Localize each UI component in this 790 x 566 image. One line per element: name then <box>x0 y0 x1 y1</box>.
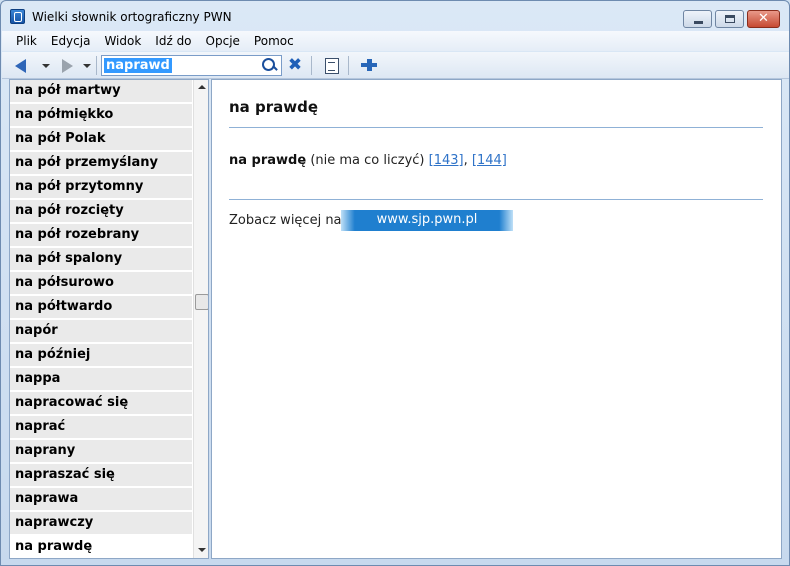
forward-history-dropdown-icon[interactable] <box>82 56 92 75</box>
maximize-button[interactable] <box>715 10 744 28</box>
menu-widok[interactable]: Widok <box>97 34 148 48</box>
app-logo-icon <box>10 9 25 24</box>
forward-arrow-icon[interactable] <box>58 56 76 75</box>
toolbar-separator <box>311 56 312 75</box>
ref-link-143[interactable]: [143] <box>429 153 464 168</box>
list-item[interactable]: na półtwardo <box>10 296 192 319</box>
list-item[interactable]: na pół rozebrany <box>10 224 192 247</box>
pin-icon[interactable] <box>359 56 379 75</box>
menu-pomoc[interactable]: Pomoc <box>247 34 301 48</box>
list-item[interactable]: na półsurowo <box>10 272 192 295</box>
toolbar-separator <box>96 56 97 75</box>
list-item[interactable]: na pół Polak <box>10 128 192 151</box>
window-title: Wielki słownik ortograficzny PWN <box>32 10 232 24</box>
list-item[interactable]: naprawa <box>10 488 192 511</box>
list-item[interactable]: naprać <box>10 416 192 439</box>
menu-edycja[interactable]: Edycja <box>44 34 98 48</box>
entry-note: (nie ma co liczyć) <box>310 153 425 168</box>
search-box[interactable]: naprawd <box>101 55 282 76</box>
minimize-icon <box>694 21 703 24</box>
list-item[interactable]: na półmiękko <box>10 104 192 127</box>
search-input[interactable]: naprawd <box>104 58 172 73</box>
toolbar-separator <box>348 56 349 75</box>
list-item[interactable]: na prawdę <box>10 536 192 558</box>
document-view-icon[interactable] <box>323 56 339 75</box>
entry-term: na prawdę <box>229 153 307 168</box>
list-item[interactable]: na pół przytomny <box>10 176 192 199</box>
list-item[interactable]: napracować się <box>10 392 192 415</box>
window-controls: ✕ <box>683 10 780 28</box>
close-button[interactable]: ✕ <box>747 10 780 28</box>
title-bar: Wielki słownik ortograficzny PWN ✕ <box>1 1 789 31</box>
see-more-label: Zobacz więcej na <box>229 213 342 228</box>
list-item[interactable]: nappa <box>10 368 192 391</box>
back-history-dropdown-icon[interactable] <box>41 56 51 75</box>
menu-plik[interactable]: Plik <box>9 34 44 48</box>
minimize-button[interactable] <box>683 10 712 28</box>
list-item[interactable]: na pół spalony <box>10 248 192 271</box>
definition-line: na prawdę (nie ma co liczyć) [143], [144… <box>229 153 507 168</box>
list-item[interactable]: napór <box>10 320 192 343</box>
menu-opcje[interactable]: Opcje <box>199 34 247 48</box>
scrollbar-thumb[interactable] <box>195 294 208 310</box>
list-item[interactable]: naprany <box>10 440 192 463</box>
word-list-scrollbar[interactable] <box>193 80 208 558</box>
ref-separator: , <box>463 153 468 168</box>
scroll-down-icon[interactable] <box>194 542 208 558</box>
menu-bar: Plik Edycja Widok Idź do Opcje Pomoc <box>2 31 789 51</box>
list-item[interactable]: naprawczy <box>10 512 192 535</box>
back-arrow-icon[interactable] <box>12 56 30 75</box>
scroll-up-icon[interactable] <box>194 80 208 96</box>
toolbar: naprawd ✖ <box>2 52 789 79</box>
list-item[interactable]: na później <box>10 344 192 367</box>
entry-heading: na prawdę <box>229 98 319 116</box>
app-window: Wielki słownik ortograficzny PWN ✕ Plik … <box>0 0 790 566</box>
divider <box>229 199 763 200</box>
maximize-icon <box>725 15 735 23</box>
list-item[interactable]: na pół martwy <box>10 80 192 103</box>
sjp-link-button[interactable]: www.sjp.pwn.pl <box>341 210 513 231</box>
list-item[interactable]: na pół przemyślany <box>10 152 192 175</box>
list-item[interactable]: napraszać się <box>10 464 192 487</box>
clear-search-icon[interactable]: ✖ <box>287 56 303 75</box>
ref-link-144[interactable]: [144] <box>472 153 507 168</box>
entry-panel: na prawdę na prawdę (nie ma co liczyć) [… <box>211 79 782 559</box>
close-icon: ✕ <box>758 11 769 26</box>
divider <box>229 127 763 128</box>
list-item[interactable]: na pół rozcięty <box>10 200 192 223</box>
menu-idz-do[interactable]: Idź do <box>148 34 198 48</box>
search-icon[interactable] <box>262 58 277 73</box>
word-list-panel: na pół martwy na półmiękko na pół Polak na … <box>9 79 209 559</box>
